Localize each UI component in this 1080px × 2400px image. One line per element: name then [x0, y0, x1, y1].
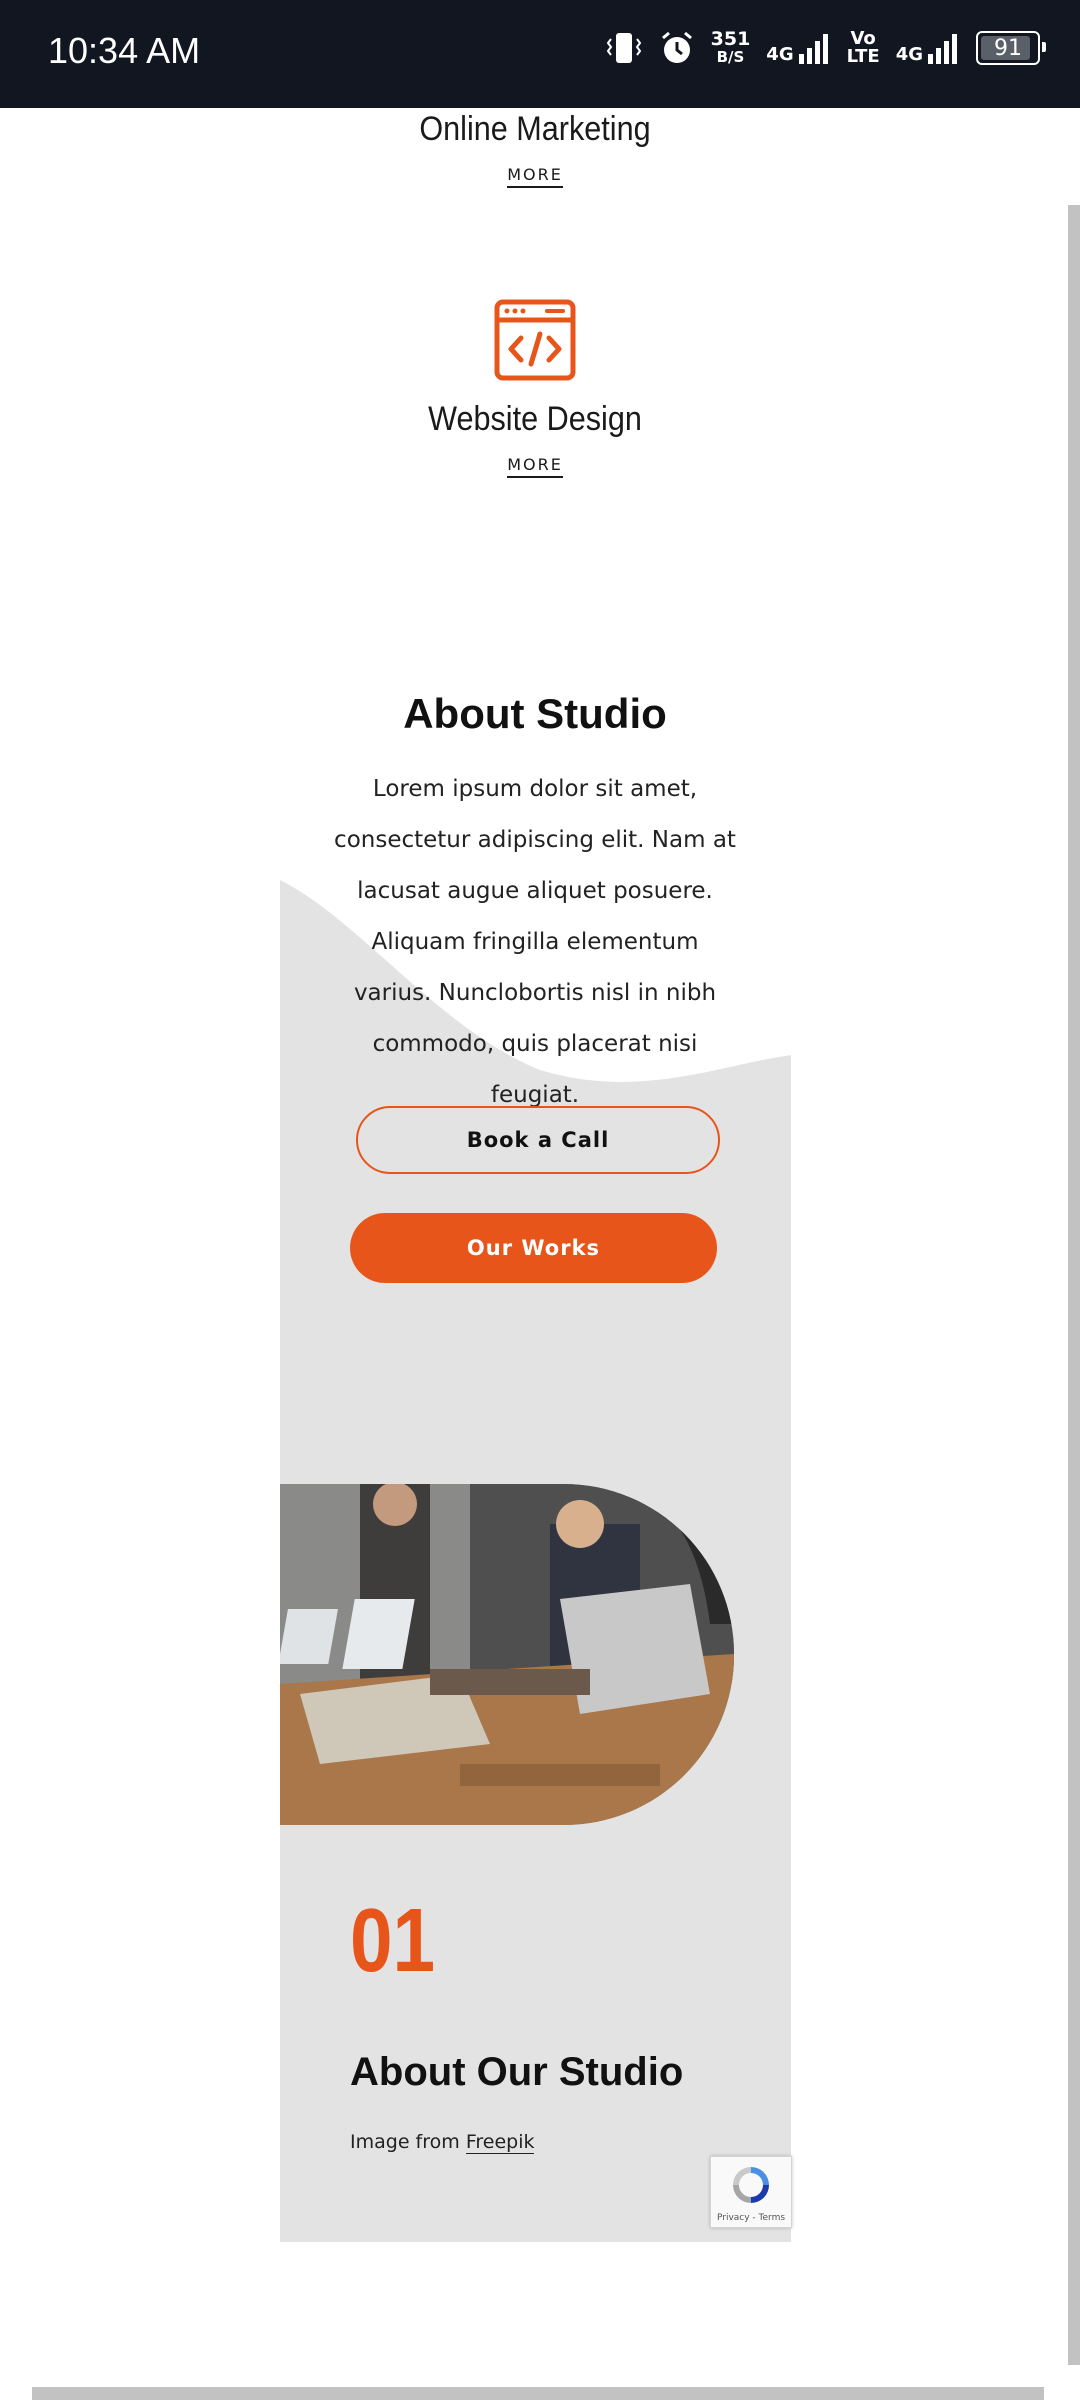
signal-icon — [798, 34, 828, 64]
vibrate-icon — [606, 33, 641, 63]
more-link[interactable]: MORE — [507, 165, 563, 188]
signal-icon — [928, 34, 957, 64]
volte-indicator: Vo LTE — [846, 28, 880, 67]
code-window-icon — [494, 299, 576, 381]
team-meeting-photo — [280, 1484, 734, 1825]
vertical-scrollbar[interactable] — [1068, 205, 1080, 2365]
horizontal-scrollbar[interactable] — [32, 2387, 1044, 2400]
signal-group-1: 4G — [766, 32, 830, 64]
service-online-marketing: Online Marketing MORE — [0, 110, 1070, 188]
service-website-design: Website Design MORE — [0, 298, 1070, 478]
signal-group-2: 4G — [896, 32, 960, 64]
about-body: Lorem ipsum dolor sit amet, consectetur … — [334, 776, 736, 1108]
section-number: 01 — [350, 1891, 436, 1991]
service-title: Website Design — [428, 400, 642, 438]
service-title: Online Marketing — [419, 110, 651, 148]
alarm-icon — [661, 31, 692, 63]
our-works-button[interactable]: Our Works — [350, 1213, 717, 1283]
battery-icon: 91 — [976, 31, 1046, 65]
recaptcha-badge[interactable]: Privacy - Terms — [710, 2156, 792, 2228]
about-title: About Studio — [403, 690, 667, 737]
studio-title: About Our Studio — [350, 2050, 684, 2094]
status-bar: 10:34 AM 351 B/S 4G Vo LTE 4G 91 — [0, 0, 1080, 108]
image-credit: Image from Freepik — [350, 2131, 535, 2154]
data-rate: 351 B/S — [710, 28, 751, 67]
freepik-link[interactable]: Freepik — [465, 2131, 535, 2154]
book-call-button[interactable]: Book a Call — [356, 1106, 720, 1174]
more-link[interactable]: MORE — [507, 455, 563, 478]
status-time: 10:34 AM — [48, 30, 201, 71]
status-icons: 351 B/S 4G Vo LTE 4G 91 — [605, 28, 1046, 67]
recaptcha-icon — [733, 2167, 769, 2203]
recaptcha-terms[interactable]: Privacy - Terms — [711, 2213, 791, 2223]
